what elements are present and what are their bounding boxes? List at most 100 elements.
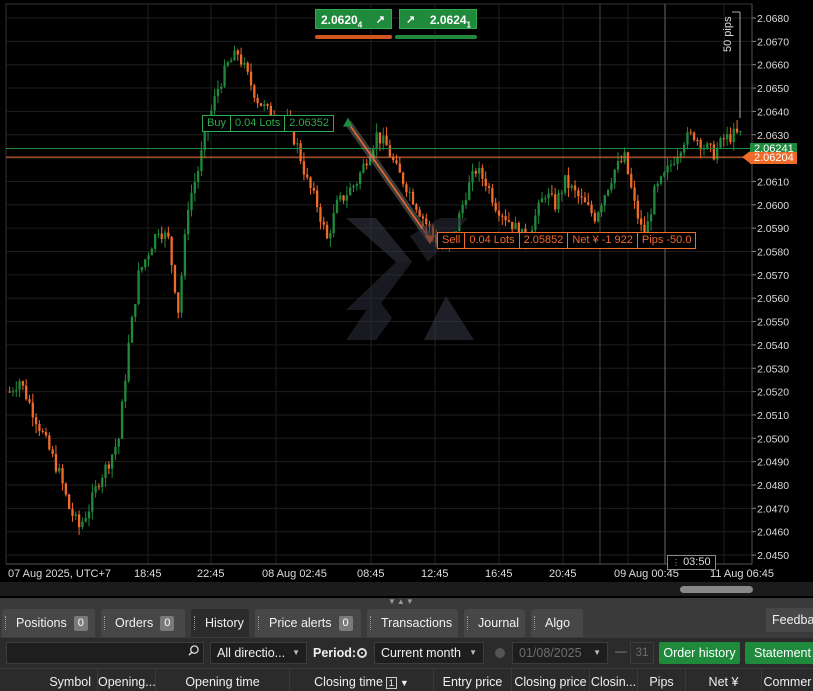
candle-body: [193, 182, 196, 194]
candle: [563, 175, 567, 196]
buy-quote-button[interactable]: ↗ 2.06241: [399, 9, 477, 29]
tab-algo[interactable]: Algo: [531, 609, 583, 637]
candle-body: [610, 183, 613, 190]
candle-body: [352, 185, 355, 188]
statement-button[interactable]: Statement: [745, 642, 813, 664]
candle-body: [256, 97, 259, 104]
candle-body: [395, 160, 398, 164]
order-history-button[interactable]: Order history: [659, 642, 740, 664]
candle-body: [573, 185, 577, 191]
candle-body: [563, 175, 567, 193]
time-tick-label: 08:45: [357, 568, 385, 580]
tab-price-alerts[interactable]: Price alerts 0: [255, 609, 361, 637]
candle-body: [183, 234, 187, 276]
chevron-down-icon: ▼: [469, 648, 477, 657]
candle-body: [134, 304, 137, 317]
candle-body: [382, 135, 385, 144]
candle-body: [157, 233, 160, 235]
date-from-picker[interactable]: 01/08/2025 ▼: [512, 642, 608, 664]
period-select[interactable]: Current month ▼: [374, 642, 484, 664]
col-entry-price[interactable]: Entry price: [434, 669, 512, 691]
tab-positions[interactable]: Positions 0: [2, 609, 95, 637]
candle-body: [673, 163, 676, 165]
col-opening-time[interactable]: Opening time: [156, 669, 290, 691]
buy-trade-label[interactable]: Buy 0.04 Lots 2.06352: [202, 115, 334, 132]
col-net[interactable]: Net ¥: [686, 669, 762, 691]
candle-body: [140, 267, 144, 271]
candle-body: [345, 195, 349, 201]
candle-body: [11, 391, 15, 393]
candle-body: [534, 215, 537, 230]
date-to-picker[interactable]: 31: [630, 642, 654, 664]
tab-grip-icon: [194, 616, 197, 630]
period-current-radio[interactable]: [357, 648, 367, 658]
tab-transactions[interactable]: Transactions: [367, 609, 458, 637]
trade-side: Sell: [438, 233, 466, 248]
candle-body: [81, 521, 84, 528]
candle-body: [180, 275, 183, 313]
arrow-up-right-icon: ↗: [406, 14, 416, 26]
candle-body: [653, 186, 656, 215]
candle-body: [706, 143, 709, 149]
candle-body: [339, 195, 342, 200]
candle-body: [74, 514, 77, 516]
candle-body: [676, 157, 679, 164]
candle-body: [94, 486, 97, 493]
candle-body: [266, 104, 269, 106]
sell-quote-button[interactable]: 2.06204 ↗: [315, 9, 392, 29]
candle-body: [666, 165, 669, 173]
candle-body: [597, 212, 600, 222]
price-tick-label: 2.0510: [757, 410, 789, 422]
candle-body: [18, 381, 21, 390]
direction-select[interactable]: All directio... ▼: [210, 642, 307, 664]
candle-body: [511, 221, 514, 230]
tab-history[interactable]: History: [191, 609, 249, 637]
price-tick-label: 2.0550: [757, 317, 789, 329]
candle-body: [213, 96, 216, 111]
trade-volume: 0.04 Lots: [231, 116, 286, 131]
candle: [180, 272, 183, 318]
col-closing-time[interactable]: Closing time 1 ▼: [290, 669, 434, 691]
candle-body: [686, 132, 689, 145]
candle-body: [630, 173, 633, 188]
col-pips[interactable]: Pips: [638, 669, 686, 691]
candle-body: [114, 446, 117, 455]
panel-splitter[interactable]: ▼▲▼: [0, 597, 813, 606]
candle-body: [411, 191, 415, 205]
price-chart[interactable]: 2.0680 2.0670 2.0660 2.0650 2.0640 2.0630 2.06…: [0, 0, 813, 598]
search-icon: [188, 645, 199, 656]
tab-orders[interactable]: Orders 0: [101, 609, 185, 637]
col-closing-price[interactable]: Closing price: [512, 669, 590, 691]
history-toolbar: All directio... ▼ Period: Current month ▼ …: [0, 638, 813, 668]
col-closing-direction[interactable]: Closin...: [590, 669, 638, 691]
feedback-button[interactable]: Feedba: [766, 608, 813, 632]
candle-body: [600, 205, 603, 213]
candle: [719, 136, 722, 150]
candle-body: [127, 342, 130, 381]
col-opening-direction[interactable]: Opening...: [98, 669, 156, 691]
chevron-down-icon: ▼: [593, 648, 601, 657]
candle-body: [477, 167, 481, 174]
price-tick-label: 2.0580: [757, 247, 789, 259]
search-input[interactable]: [6, 642, 204, 664]
candle-body: [484, 178, 487, 187]
price-axis: 2.0680 2.0670 2.0660 2.0650 2.0640 2.0630 2.06…: [751, 4, 789, 564]
candle: [597, 210, 600, 223]
tab-journal[interactable]: Journal: [464, 609, 525, 637]
candle: [120, 399, 124, 439]
chart-canvas[interactable]: 2.0680 2.0670 2.0660 2.0650 2.0640 2.0630 2.06…: [0, 0, 813, 582]
col-symbol[interactable]: Symbol: [0, 669, 98, 691]
period-custom-radio[interactable]: [495, 648, 505, 658]
bid-price-tag: 2.06204: [750, 152, 797, 164]
chart-scrollbar[interactable]: [0, 582, 813, 596]
candle-body: [739, 131, 742, 133]
candle-body: [144, 259, 147, 268]
candle-body: [636, 200, 640, 219]
candle-body: [471, 171, 474, 183]
date-range-separator: —: [615, 644, 627, 658]
sell-trade-label[interactable]: Sell 0.04 Lots 2.05852 Net ¥ -1 922 Pips…: [437, 232, 697, 249]
scrollbar-thumb[interactable]: [680, 586, 753, 593]
col-commission[interactable]: Commer: [762, 669, 813, 691]
tab-grip-icon: [258, 616, 261, 630]
candle-body: [220, 86, 223, 89]
